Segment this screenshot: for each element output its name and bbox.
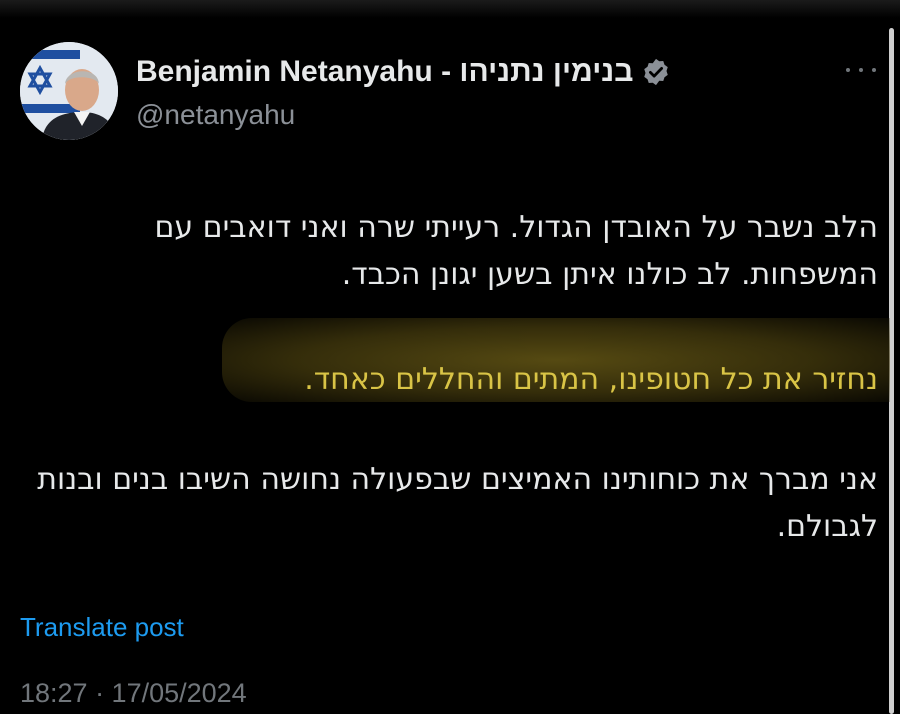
post-timestamp[interactable]: 18:27 · 17/05/2024 [20, 676, 247, 710]
more-dot [872, 68, 876, 72]
post-paragraph-highlighted: נחזיר את כל חטופינו, המתים והחללים כאחד. [304, 362, 878, 397]
avatar-image [20, 42, 118, 140]
avatar[interactable] [20, 42, 118, 140]
more-options-icon[interactable] [846, 60, 876, 80]
more-dot [859, 68, 863, 72]
post-paragraph-3: אני מברך את כוחותינו האמיצים שבפעולה נחו… [37, 462, 878, 544]
translate-post-link[interactable]: Translate post [20, 611, 184, 643]
post-paragraph-1: הלב נשבר על האובדן הגדול. רעייתי שרה ואנ… [154, 210, 878, 292]
top-edge-strip [0, 0, 900, 18]
author-handle[interactable]: @netanyahu [136, 98, 295, 132]
verified-badge-icon [644, 58, 669, 86]
author-name-row[interactable]: Benjamin Netanyahu - בנימין נתניהו [136, 54, 671, 90]
more-dot [846, 68, 850, 72]
author-name[interactable]: Benjamin Netanyahu - בנימין נתניהו [136, 54, 633, 90]
